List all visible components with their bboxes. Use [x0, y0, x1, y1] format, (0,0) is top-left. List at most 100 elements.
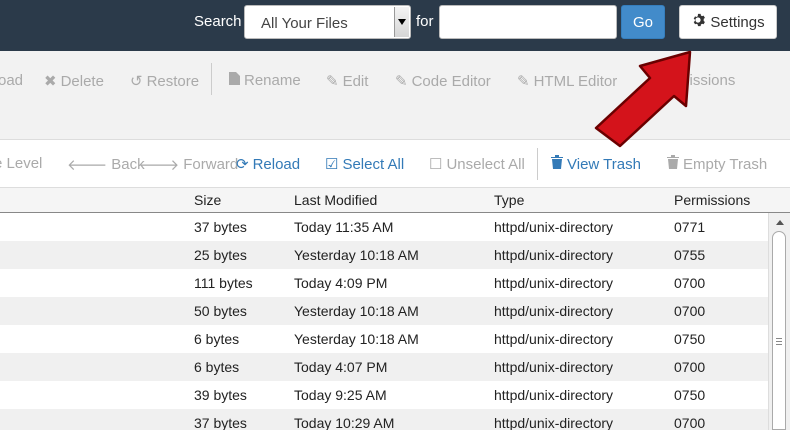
rename-button[interactable]: Rename — [229, 72, 301, 89]
chevron-down-icon[interactable] — [394, 7, 409, 37]
cell-type: httpd/unix-directory — [494, 247, 614, 263]
scrollbar-grip-icon — [776, 338, 782, 345]
table-row[interactable]: 50 bytes Yesterday 10:18 AM httpd/unix-d… — [0, 297, 768, 325]
code-editor-button[interactable]: ✎ Code Editor — [395, 72, 491, 91]
cell-last-modified: Today 4:09 PM — [294, 275, 388, 291]
delete-button[interactable]: ✖ Delete — [44, 72, 104, 91]
toolbar-divider — [211, 63, 212, 95]
forward-label: Forward — [183, 156, 239, 173]
restore-button[interactable]: ↺ Restore — [130, 72, 199, 91]
rename-label: Rename — [244, 72, 301, 89]
cell-last-modified: Today 10:29 AM — [294, 415, 395, 430]
back-button[interactable]: 🡐 Back — [67, 155, 145, 174]
refresh-icon: ⟳ — [236, 156, 249, 173]
table-row[interactable]: 39 bytes Today 9:25 AM httpd/unix-direct… — [0, 381, 768, 409]
cell-permissions: 0700 — [674, 303, 706, 319]
delete-label: Delete — [60, 72, 104, 90]
square-icon: ☐ — [429, 156, 443, 173]
up-one-level-button[interactable]: e Level — [0, 155, 42, 172]
search-input[interactable] — [439, 5, 617, 39]
cell-type: httpd/unix-directory — [494, 415, 614, 430]
view-trash-label: View Trash — [567, 155, 641, 173]
cell-size: 50 bytes — [194, 303, 247, 319]
file-table-body: 37 bytes Today 11:35 AM httpd/unix-direc… — [0, 213, 768, 430]
cell-permissions: 0750 — [674, 331, 706, 347]
cell-size: 37 bytes — [194, 415, 247, 430]
table-row[interactable]: 6 bytes Yesterday 10:18 AM httpd/unix-di… — [0, 325, 768, 353]
empty-trash-label: Empty Trash — [683, 155, 768, 173]
select-all-label: Select All — [342, 155, 405, 173]
table-row[interactable]: 37 bytes Today 11:35 AM httpd/unix-direc… — [0, 213, 768, 241]
scrollbar-thumb[interactable] — [772, 231, 786, 430]
cell-last-modified: Today 11:35 AM — [294, 219, 394, 235]
column-header-type[interactable]: Type — [494, 192, 524, 208]
toolbar-divider — [537, 148, 538, 180]
cell-size: 37 bytes — [194, 219, 247, 235]
settings-label: Settings — [710, 13, 765, 31]
settings-button[interactable]: Settings — [679, 5, 777, 39]
upload-button[interactable]: oad — [0, 72, 23, 89]
cell-type: httpd/unix-directory — [494, 219, 614, 235]
unselect-all-label: Unselect All — [446, 155, 525, 173]
cell-type: httpd/unix-directory — [494, 275, 614, 291]
cell-permissions: 0700 — [674, 359, 706, 375]
arrow-left-icon: 🡐 — [67, 157, 108, 174]
column-header-last-modified[interactable]: Last Modified — [294, 192, 377, 208]
code-editor-label: Code Editor — [411, 72, 491, 90]
up-level-label: e Level — [0, 155, 43, 172]
cell-type: httpd/unix-directory — [494, 359, 614, 375]
edit-button[interactable]: ✎ Edit — [326, 72, 369, 91]
select-all-button[interactable]: ☑ Select All — [325, 155, 405, 174]
cell-size: 111 bytes — [194, 275, 253, 291]
edit-label: Edit — [342, 72, 369, 90]
for-label: for — [416, 13, 434, 30]
column-header-permissions[interactable]: Permissions — [674, 192, 750, 208]
cell-permissions: 0771 — [674, 219, 706, 235]
vertical-scrollbar[interactable] — [768, 213, 790, 430]
cell-permissions: 0750 — [674, 387, 706, 403]
cell-last-modified: Yesterday 10:18 AM — [294, 247, 419, 263]
times-icon: ✖ — [44, 73, 57, 90]
file-table-header: Size Last Modified Type Permissions — [0, 187, 790, 213]
cell-type: httpd/unix-directory — [494, 387, 614, 403]
table-row[interactable]: 25 bytes Yesterday 10:18 AM httpd/unix-d… — [0, 241, 768, 269]
table-row[interactable]: 37 bytes Today 10:29 AM httpd/unix-direc… — [0, 409, 768, 430]
forward-button[interactable]: 🡒 Forward — [139, 155, 238, 174]
edit-icon: ✎ — [517, 73, 530, 90]
file-icon — [229, 72, 240, 89]
cell-last-modified: Yesterday 10:18 AM — [294, 331, 419, 347]
reload-label: Reload — [252, 155, 301, 173]
cell-type: httpd/unix-directory — [494, 331, 614, 347]
search-scope-value: All Your Files — [261, 15, 348, 32]
cell-permissions: 0700 — [674, 415, 706, 430]
gear-icon — [691, 13, 706, 31]
pencil-icon: ✎ — [326, 73, 339, 90]
cell-size: 25 bytes — [194, 247, 247, 263]
table-row[interactable]: 6 bytes Today 4:07 PM httpd/unix-directo… — [0, 353, 768, 381]
cell-permissions: 0700 — [674, 275, 706, 291]
upload-label: oad — [0, 72, 24, 89]
edit-icon: ✎ — [395, 73, 408, 90]
cell-last-modified: Yesterday 10:18 AM — [294, 303, 419, 319]
check-square-icon: ☑ — [325, 156, 339, 173]
search-bar: Search All Your Files for Go Settings — [0, 0, 790, 51]
reload-button[interactable]: ⟳ Reload — [236, 155, 301, 174]
cell-type: httpd/unix-directory — [494, 303, 614, 319]
cell-permissions: 0755 — [674, 247, 706, 263]
table-row[interactable]: 111 bytes Today 4:09 PM httpd/unix-direc… — [0, 269, 768, 297]
cell-last-modified: Today 9:25 AM — [294, 387, 387, 403]
arrow-right-icon: 🡒 — [139, 157, 180, 174]
search-scope-select[interactable]: All Your Files — [244, 5, 411, 39]
go-button[interactable]: Go — [621, 5, 665, 39]
search-label: Search — [194, 13, 242, 30]
undo-icon: ↺ — [130, 73, 143, 90]
cell-last-modified: Today 4:07 PM — [294, 359, 388, 375]
cell-size: 39 bytes — [194, 387, 247, 403]
unselect-all-button[interactable]: ☐ Unselect All — [429, 155, 525, 174]
red-arrow-icon — [594, 50, 692, 148]
trash-icon — [551, 155, 563, 173]
cell-size: 6 bytes — [194, 331, 240, 347]
column-header-size[interactable]: Size — [194, 192, 221, 208]
cell-size: 6 bytes — [194, 359, 240, 375]
scroll-up-icon[interactable] — [772, 215, 788, 229]
